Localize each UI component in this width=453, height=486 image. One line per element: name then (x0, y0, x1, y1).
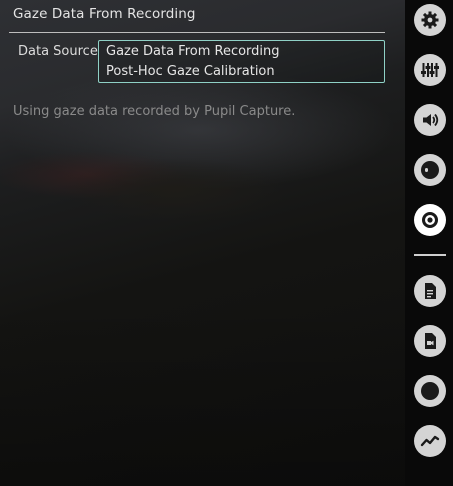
data-source-label: Data Source (18, 44, 98, 59)
gear-icon (421, 11, 439, 29)
line-chart-icon (420, 435, 440, 447)
gaze-data-menu: Gaze Data From Recording Data Source Gaz… (0, 0, 405, 486)
icon-bar-divider (414, 254, 446, 256)
audio-button[interactable] (414, 104, 446, 136)
recording-button[interactable] (414, 375, 446, 407)
data-source-option[interactable]: Post-Hoc Gaze Calibration (106, 64, 275, 79)
overlay-button[interactable] (414, 154, 446, 186)
plugin-icon-bar (405, 0, 453, 486)
menu-title: Gaze Data From Recording (13, 6, 196, 22)
video-export-button[interactable] (414, 325, 446, 357)
title-divider (9, 32, 385, 33)
sliders-icon (421, 63, 439, 77)
data-source-selector[interactable]: Gaze Data From Recording Post-Hoc Gaze C… (98, 40, 385, 83)
info-text: Using gaze data recorded by Pupil Captur… (13, 104, 296, 119)
document-icon (425, 283, 436, 299)
speaker-icon (423, 113, 439, 127)
timeline-button[interactable] (414, 425, 446, 457)
plugin-manager-button[interactable] (414, 54, 446, 86)
eye-target-icon (422, 212, 438, 228)
video-overlay-icon (421, 161, 439, 179)
gaze-data-button[interactable] (414, 204, 446, 236)
data-source-option[interactable]: Gaze Data From Recording (106, 44, 280, 59)
video-file-icon (425, 333, 436, 349)
export-button[interactable] (414, 275, 446, 307)
circle-icon (421, 382, 439, 400)
settings-button[interactable] (414, 4, 446, 36)
